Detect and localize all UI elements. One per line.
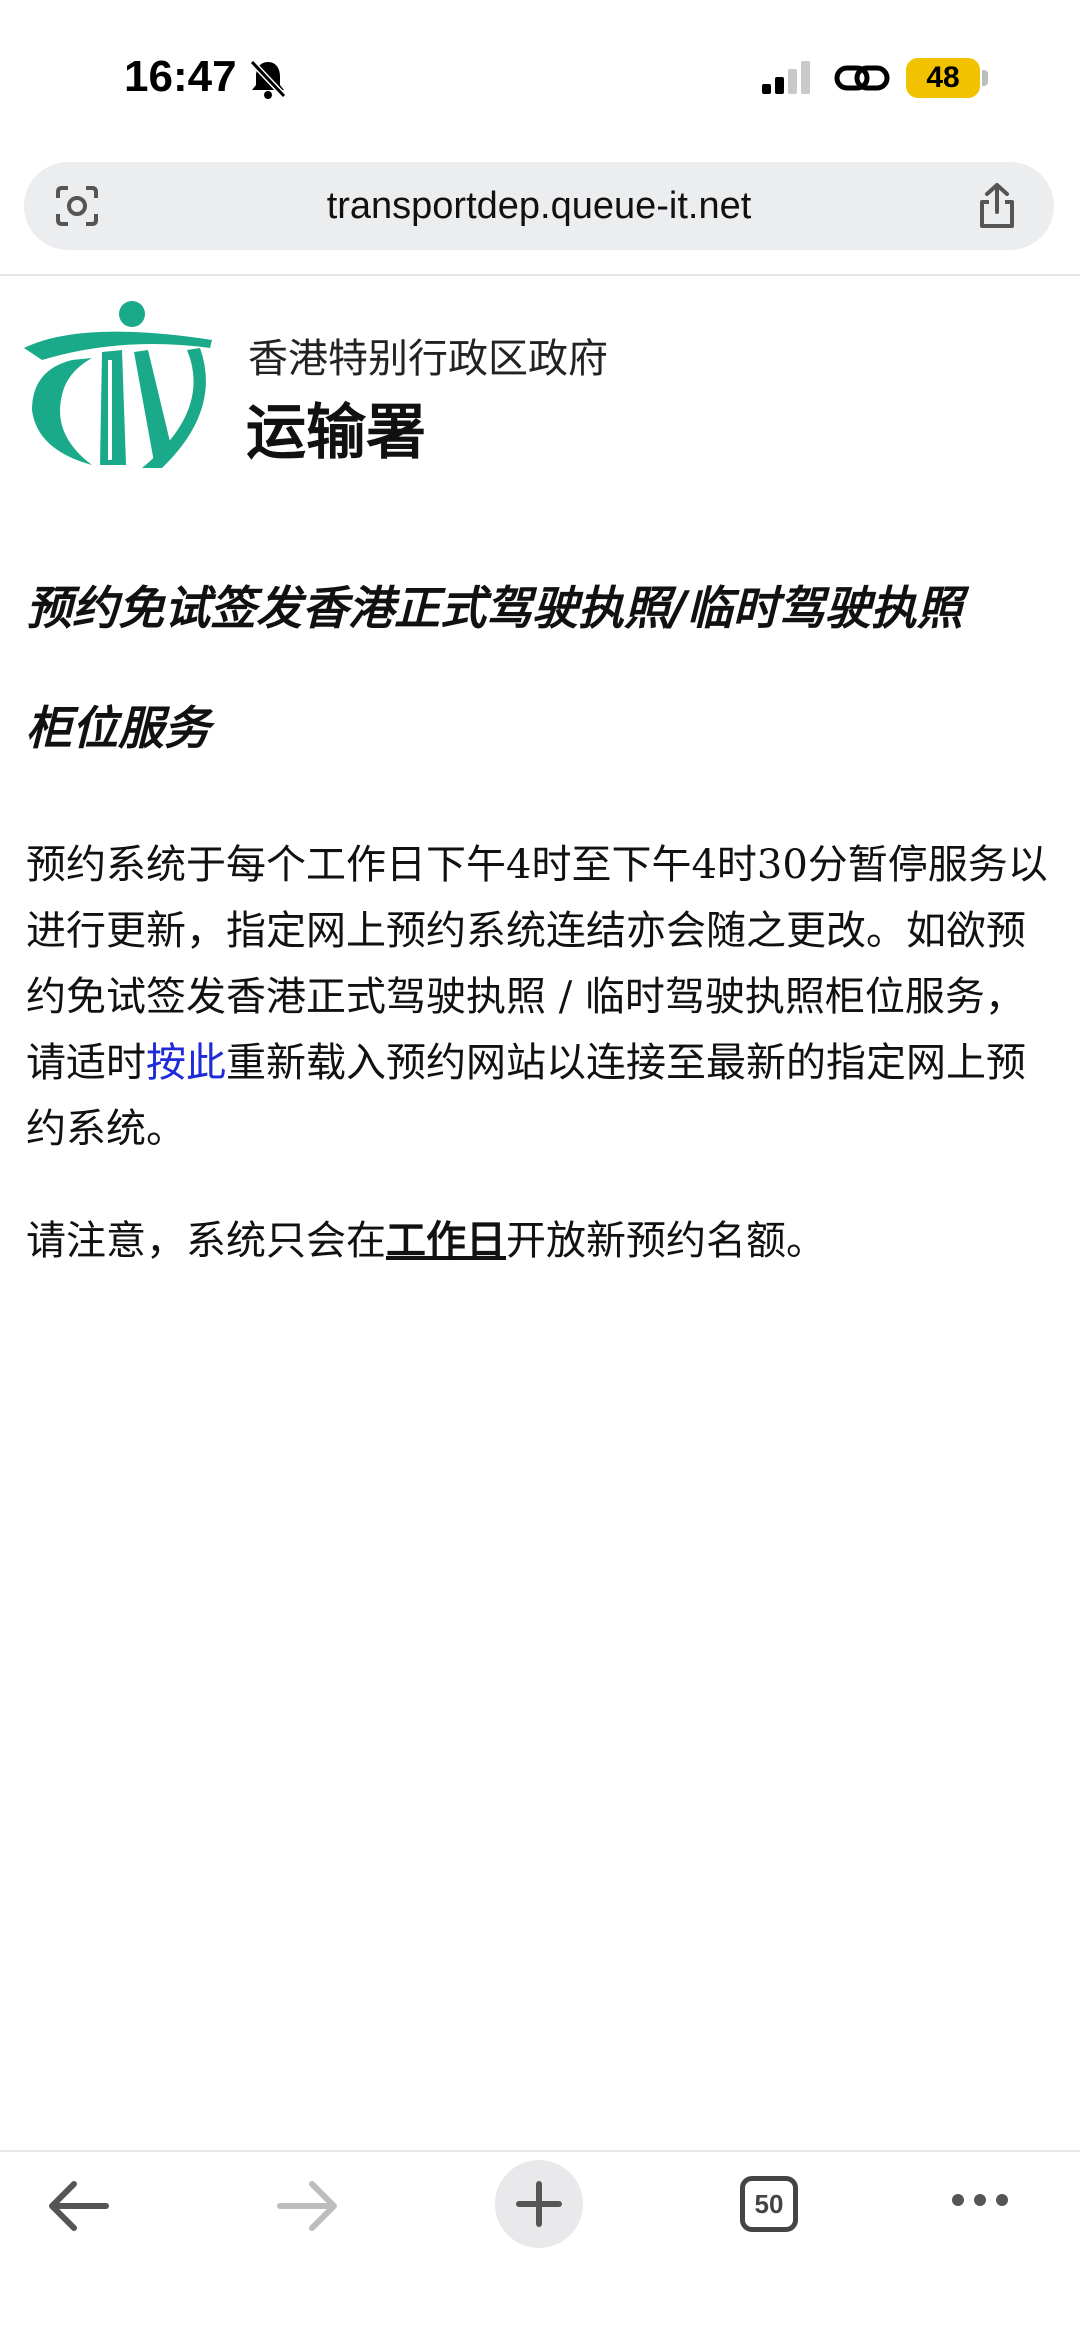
transport-department-logo [24,301,212,468]
address-bar[interactable]: transportdep.queue-it.net [24,162,1054,250]
status-bar: 16:47 48 [0,0,1080,150]
workday-notice: 请注意，系统只会在工作日开放新预约名额。 [26,1208,1056,1274]
url-text[interactable]: transportdep.queue-it.net [24,162,1054,250]
forward-arrow-icon[interactable] [276,2180,340,2232]
maintenance-notice: 预约系统于每个工作日下午4时至下午4时30分暂停服务以进行更新，指定网上预约系统… [26,832,1056,1162]
tabs-button[interactable]: 50 [740,2176,798,2232]
workday-notice-after: 开放新预约名额。 [506,1218,826,1264]
bell-slash-icon [249,59,287,99]
page-title-line-1: 预约免试签发香港正式驾驶执照/临时驾驶执照 [26,581,963,635]
more-icon[interactable] [950,2190,1010,2210]
address-bar-divider [0,274,1080,276]
link-icon [834,65,890,91]
reload-link[interactable]: 按此 [146,1040,226,1086]
toolbar-divider [0,2150,1080,2152]
page-title: 预约免试签发香港正式驾驶执照/临时驾驶执照 柜位服务 [26,548,1056,788]
page-title-line-2: 柜位服务 [26,701,210,755]
new-tab-button[interactable] [495,2160,583,2248]
battery-indicator: 48 [906,58,980,98]
department-name: 运输署 [246,398,426,468]
workday-emphasis: 工作日 [386,1217,506,1264]
back-arrow-icon[interactable] [46,2180,110,2232]
signal-icon [762,61,810,94]
battery-tip [982,70,988,86]
workday-notice-before: 请注意，系统只会在 [26,1218,386,1264]
status-time: 16:47 [124,52,237,101]
government-name: 香港特别行政区政府 [248,336,608,382]
plus-icon [516,2181,562,2227]
share-icon[interactable] [976,182,1018,230]
